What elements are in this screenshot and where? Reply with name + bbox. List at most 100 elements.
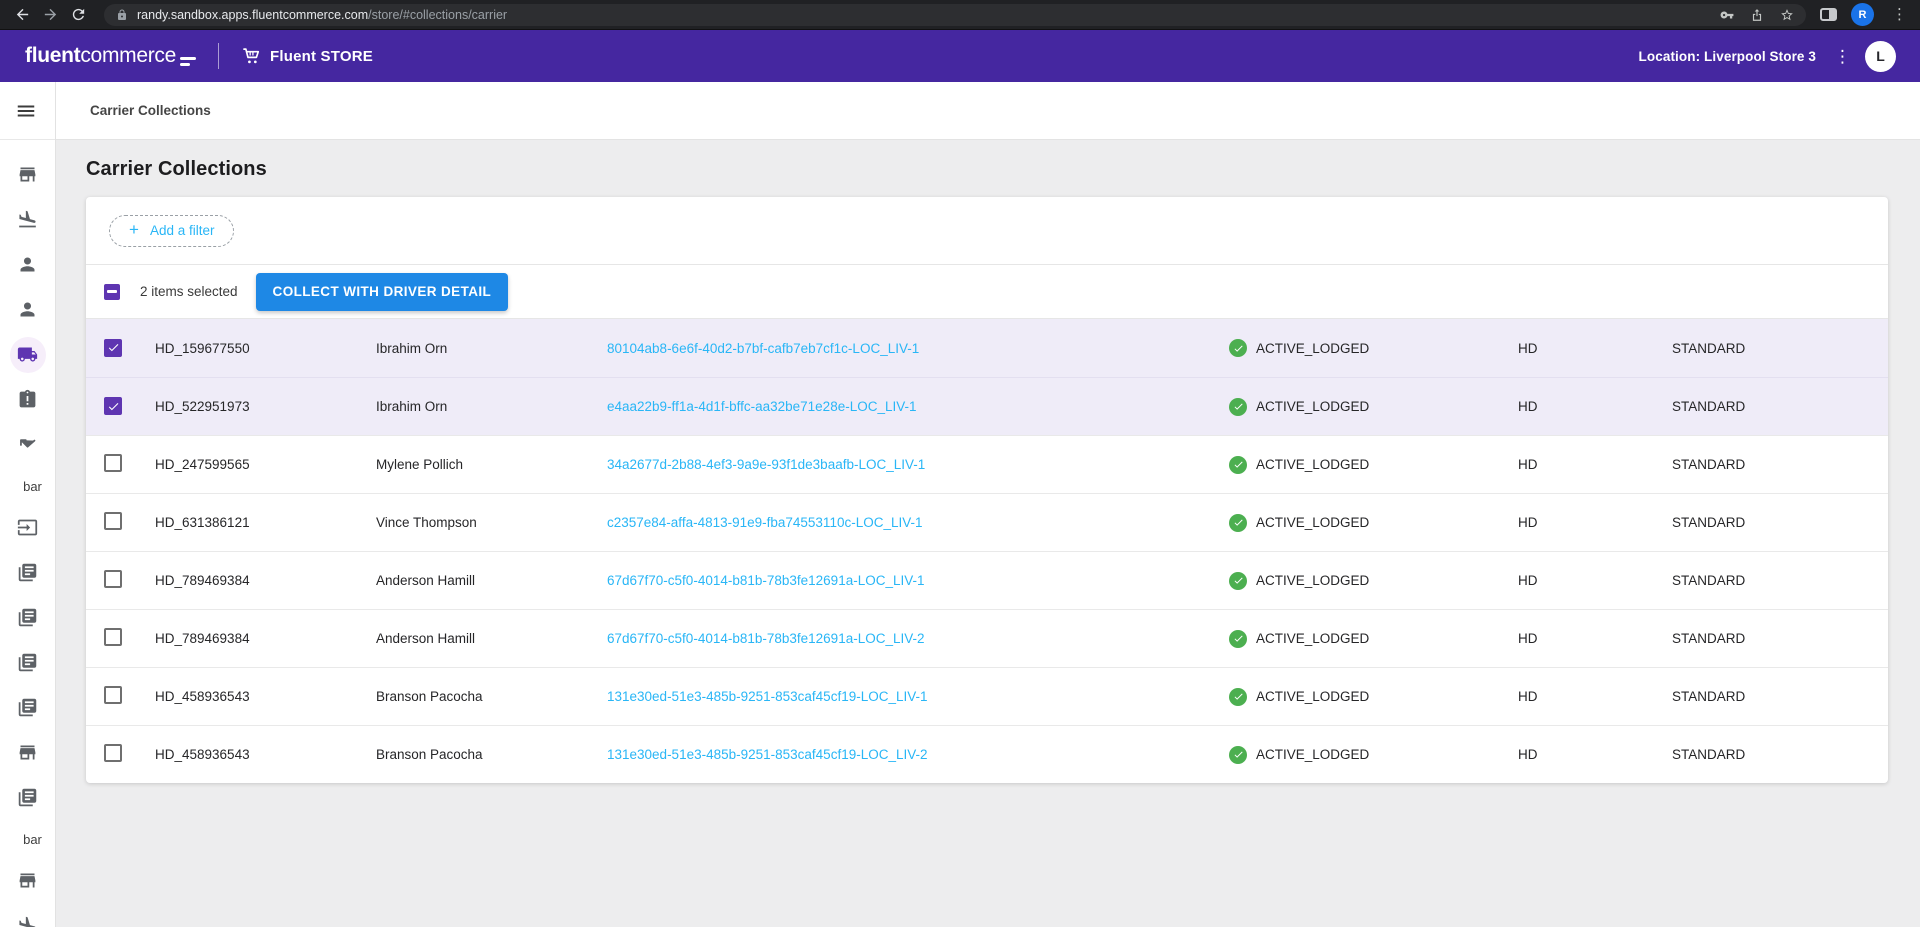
add-filter-button[interactable]: + Add a filter <box>109 215 234 247</box>
service-type: STANDARD <box>1672 747 1888 762</box>
service-type: STANDARD <box>1672 689 1888 704</box>
status-badge: ACTIVE_LODGED <box>1256 399 1369 414</box>
table-row: HD_789469384 Anderson Hamill 67d67f70-c5… <box>86 609 1888 667</box>
browser-profile-avatar[interactable]: R <box>1851 3 1874 26</box>
service-type: STANDARD <box>1672 399 1888 414</box>
main-content: Carrier Collections Carrier Collections … <box>56 82 1920 927</box>
delivery-type: HD <box>1515 689 1672 704</box>
driver-name: Ibrahim Orn <box>376 399 607 414</box>
app-name: Fluent STORE <box>270 48 373 65</box>
collection-id: HD_789469384 <box>155 631 376 646</box>
status-badge: ACTIVE_LODGED <box>1256 747 1369 762</box>
sidebar-item-flight[interactable] <box>0 903 56 927</box>
collect-with-driver-detail-button[interactable]: COLLECT WITH DRIVER DETAIL <box>256 273 509 311</box>
collection-id: HD_458936543 <box>155 689 376 704</box>
sidebar-item-input[interactable] <box>0 505 56 550</box>
service-type: STANDARD <box>1672 573 1888 588</box>
filter-section: + Add a filter <box>86 197 1888 265</box>
sidebar-item-truck[interactable] <box>0 332 56 377</box>
sidebar-item-library-books[interactable] <box>0 595 56 640</box>
row-checkbox[interactable] <box>104 570 122 588</box>
storefront-icon <box>17 164 38 185</box>
reference-link[interactable]: 67d67f70-c5f0-4014-b81b-78b3fe12691a-LOC… <box>607 573 925 588</box>
app-header: fluentcommerce Fluent STORE Location: Li… <box>0 30 1920 82</box>
status-badge: ACTIVE_LODGED <box>1256 515 1369 530</box>
sidebar-item-storefront[interactable] <box>0 858 56 903</box>
reference-link[interactable]: 80104ab8-6e6f-40d2-b7bf-cafb7eb7cf1c-LOC… <box>607 341 919 356</box>
row-checkbox[interactable] <box>104 454 122 472</box>
flight-icon <box>17 915 38 927</box>
row-checkbox[interactable] <box>104 744 122 762</box>
storefront-icon <box>17 742 38 763</box>
library-books-icon <box>17 562 38 583</box>
sidebar-item-library-books[interactable] <box>0 685 56 730</box>
sidebar: barbar <box>0 82 56 927</box>
sidebar-item-flight[interactable] <box>0 197 56 242</box>
reference-link[interactable]: 34a2677d-2b88-4ef3-9a9e-93f1de3baafb-LOC… <box>607 457 925 472</box>
reference-link[interactable]: 131e30ed-51e3-485b-9251-853caf45cf19-LOC… <box>607 689 928 704</box>
select-all-checkbox[interactable] <box>104 284 120 300</box>
person-icon <box>17 254 38 275</box>
status-badge: ACTIVE_LODGED <box>1256 631 1369 646</box>
clipboard-alert-icon <box>17 389 38 410</box>
row-checkbox[interactable] <box>104 628 122 646</box>
library-books-icon <box>17 787 38 808</box>
check-circle-icon <box>1229 456 1247 474</box>
row-checkbox[interactable] <box>104 512 122 530</box>
library-books-icon <box>17 607 38 628</box>
service-type: STANDARD <box>1672 515 1888 530</box>
header-menu-icon[interactable]: ⋮ <box>1834 48 1851 65</box>
add-filter-label: Add a filter <box>150 223 215 238</box>
plus-icon: + <box>129 221 139 238</box>
reference-link[interactable]: c2357e84-affa-4813-91e9-fba74553110c-LOC… <box>607 515 923 530</box>
forward-icon[interactable] <box>36 3 64 27</box>
sidebar-item-library-books[interactable] <box>0 550 56 595</box>
address-bar[interactable]: randy.sandbox.apps.fluentcommerce.com/st… <box>104 4 1806 26</box>
input-icon <box>17 517 38 538</box>
driver-name: Mylene Pollich <box>376 457 607 472</box>
location-label: Location: Liverpool Store 3 <box>1639 49 1816 64</box>
sidebar-item-person[interactable] <box>0 242 56 287</box>
user-avatar[interactable]: L <box>1865 41 1896 72</box>
reference-link[interactable]: 67d67f70-c5f0-4014-b81b-78b3fe12691a-LOC… <box>607 631 925 646</box>
collection-id: HD_159677550 <box>155 341 376 356</box>
driver-name: Anderson Hamill <box>376 631 607 646</box>
sidebar-item-person[interactable] <box>0 287 56 332</box>
reference-link[interactable]: 131e30ed-51e3-485b-9251-853caf45cf19-LOC… <box>607 747 928 762</box>
status-badge: ACTIVE_LODGED <box>1256 457 1369 472</box>
menu-hamburger-icon[interactable] <box>13 98 39 124</box>
url-text: randy.sandbox.apps.fluentcommerce.com/st… <box>137 8 507 22</box>
sidebar-item-clipboard-alert[interactable] <box>0 377 56 422</box>
sidebar-item-storefront[interactable] <box>0 152 56 197</box>
bookmark-star-icon[interactable] <box>1780 8 1794 22</box>
check-circle-icon <box>1229 688 1247 706</box>
sidebar-item-library-books[interactable] <box>0 775 56 820</box>
table-row: HD_522951973 Ibrahim Orn e4aa22b9-ff1a-4… <box>86 377 1888 435</box>
sidebar-item-arrow-received[interactable] <box>0 422 56 467</box>
logo-text-secondary: commerce <box>80 44 176 68</box>
back-icon[interactable] <box>8 3 36 27</box>
password-key-icon[interactable] <box>1720 8 1734 22</box>
collection-id: HD_789469384 <box>155 573 376 588</box>
arrow-received-icon <box>17 434 38 455</box>
delivery-type: HD <box>1515 573 1672 588</box>
browser-menu-icon[interactable]: ⋮ <box>1888 7 1911 22</box>
collection-id: HD_631386121 <box>155 515 376 530</box>
row-checkbox[interactable] <box>104 397 122 415</box>
side-panel-icon[interactable] <box>1820 8 1837 21</box>
collections-card: + Add a filter 2 items selected COLLECT … <box>86 197 1888 783</box>
row-checkbox[interactable] <box>104 686 122 704</box>
collection-id: HD_522951973 <box>155 399 376 414</box>
selection-toolbar: 2 items selected COLLECT WITH DRIVER DET… <box>86 265 1888 319</box>
delivery-type: HD <box>1515 341 1672 356</box>
storefront-icon <box>17 870 38 891</box>
check-circle-icon <box>1229 746 1247 764</box>
share-icon[interactable] <box>1750 8 1764 22</box>
reference-link[interactable]: e4aa22b9-ff1a-4d1f-bffc-aa32be71e28e-LOC… <box>607 399 917 414</box>
row-checkbox[interactable] <box>104 339 122 357</box>
collections-table: HD_159677550 Ibrahim Orn 80104ab8-6e6f-4… <box>86 319 1888 783</box>
reload-icon[interactable] <box>64 3 92 27</box>
sidebar-item-library-books[interactable] <box>0 640 56 685</box>
library-books-icon <box>17 697 38 718</box>
sidebar-item-storefront[interactable] <box>0 730 56 775</box>
